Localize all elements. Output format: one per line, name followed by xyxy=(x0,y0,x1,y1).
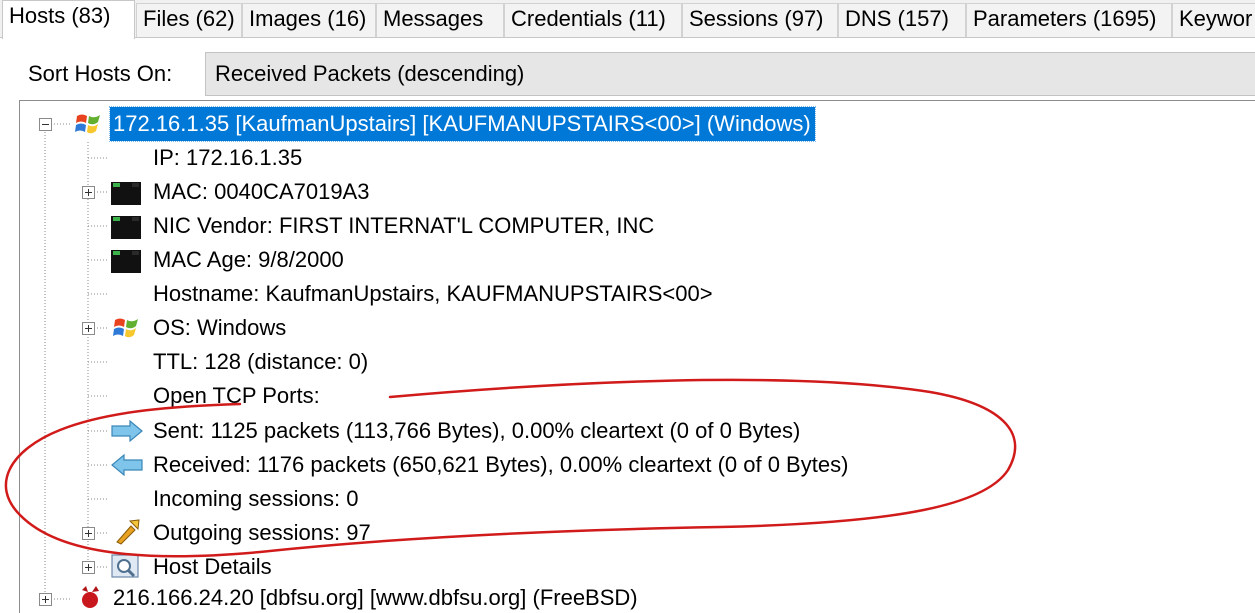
next-host-node[interactable]: 216.166.24.20 [dbfsu.org] [www.dbfsu.org… xyxy=(113,582,638,613)
network-miner-window: Hosts (83) Files (62) Images (16) Messag… xyxy=(0,0,1255,613)
row-mac-age: MAC Age: 9/8/2000 xyxy=(153,244,344,276)
network-card-icon xyxy=(111,250,141,273)
next-host-expander[interactable] xyxy=(39,593,52,606)
row-sent: Sent: 1125 packets (113,766 Bytes), 0.00… xyxy=(153,415,800,447)
row-received: Received: 1176 packets (650,621 Bytes), … xyxy=(153,449,848,481)
magnifier-window-icon xyxy=(111,554,139,578)
mac-expander[interactable] xyxy=(82,186,95,199)
outgoing-sessions-expander[interactable] xyxy=(82,527,95,540)
outgoing-sessions-text: Outgoing sessions: 97 xyxy=(153,520,371,545)
pencil-arrow-icon xyxy=(116,519,140,545)
next-host-text: 216.166.24.20 [dbfsu.org] [www.dbfsu.org… xyxy=(113,585,638,610)
host-expander[interactable] xyxy=(39,118,52,131)
host-details-expander[interactable] xyxy=(82,561,95,574)
mac-text: MAC: 0040CA7019A3 xyxy=(153,179,370,204)
row-os: OS: Windows xyxy=(153,312,286,344)
tab-hosts[interactable]: Hosts (83) xyxy=(2,0,135,39)
host-details-text: Host Details xyxy=(153,554,272,579)
freebsd-daemon-icon xyxy=(82,586,99,608)
nic-vendor-text: NIC Vendor: FIRST INTERNAT'L COMPUTER, I… xyxy=(153,213,655,238)
open-tcp-ports-text: Open TCP Ports: xyxy=(153,383,320,408)
arrow-right-icon xyxy=(111,420,143,442)
hostname-text: Hostname: KaufmanUpstairs, KAUFMANUPSTAI… xyxy=(153,281,713,306)
row-ttl: TTL: 128 (distance: 0) xyxy=(153,346,368,378)
row-mac: MAC: 0040CA7019A3 xyxy=(153,176,369,208)
mac-age-text: MAC Age: 9/8/2000 xyxy=(153,247,344,272)
row-ip: IP: 172.16.1.35 xyxy=(153,142,302,174)
row-open-tcp-ports: Open TCP Ports: xyxy=(153,380,320,412)
os-text: OS: Windows xyxy=(153,315,287,340)
ip-text: IP: 172.16.1.35 xyxy=(153,145,303,170)
received-text: Received: 1176 packets (650,621 Bytes), … xyxy=(153,452,849,477)
host-node-172-16-1-35[interactable]: 172.16.1.35 [KaufmanUpstairs] [KAUFMANUP… xyxy=(109,106,816,142)
row-hostname: Hostname: KaufmanUpstairs, KAUFMANUPSTAI… xyxy=(153,278,713,310)
ttl-text: TTL: 128 (distance: 0) xyxy=(153,349,369,374)
row-host-details: Host Details xyxy=(153,551,272,583)
incoming-sessions-text: Incoming sessions: 0 xyxy=(153,486,359,511)
row-incoming-sessions: Incoming sessions: 0 xyxy=(153,483,358,515)
os-expander[interactable] xyxy=(82,322,95,335)
row-nic-vendor: NIC Vendor: FIRST INTERNAT'L COMPUTER, I… xyxy=(153,210,654,242)
row-outgoing-sessions: Outgoing sessions: 97 xyxy=(153,517,371,549)
windows-flag-icon xyxy=(75,114,100,134)
arrow-left-icon xyxy=(111,454,143,476)
network-card-icon xyxy=(111,216,141,239)
network-card-icon xyxy=(111,182,141,205)
sent-text: Sent: 1125 packets (113,766 Bytes), 0.00… xyxy=(153,418,801,443)
windows-flag-icon xyxy=(113,318,138,338)
